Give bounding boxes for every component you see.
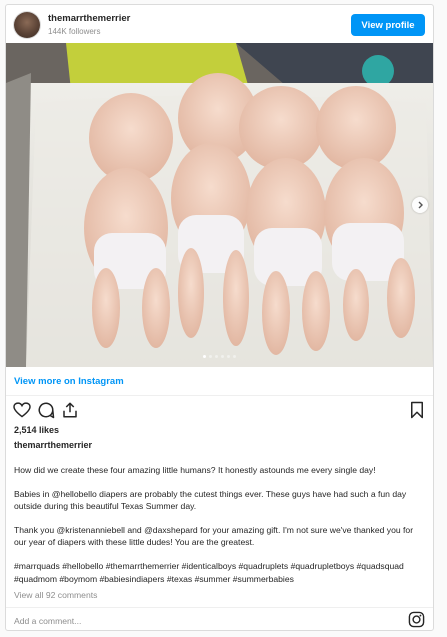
comment-bar [6, 607, 433, 630]
view-more-link[interactable]: View more on Instagram [14, 376, 124, 387]
chevron-right-icon [418, 201, 423, 209]
babies-photo [6, 43, 433, 367]
carousel-dot [203, 355, 206, 358]
view-more-row: View more on Instagram [6, 367, 433, 396]
follower-count: 144K followers [48, 27, 101, 36]
view-all-comments-link[interactable]: View all 92 comments [14, 590, 97, 600]
caption-paragraph: Thank you @kristenanniebell and @daxshep… [14, 524, 414, 548]
carousel-dot [233, 355, 236, 358]
carousel-dot [215, 355, 218, 358]
post-header: themarrthemerrier 144K followers View pr… [6, 5, 433, 43]
caption-paragraph: How did we create these four amazing lit… [14, 465, 376, 475]
caption-paragraph: Babies in @hellobello diapers are probab… [14, 488, 407, 512]
bookmark-icon[interactable] [409, 401, 425, 419]
comment-icon[interactable] [37, 401, 55, 419]
carousel-indicators [6, 355, 433, 358]
carousel-dot [209, 355, 212, 358]
avatar[interactable] [14, 12, 40, 38]
post-caption: How did we create these four amazing lit… [14, 464, 426, 585]
caption-hashtags: #marrquads #hellobello #themarrthemerrie… [14, 560, 404, 584]
post-photo[interactable] [6, 43, 433, 367]
share-icon[interactable] [61, 401, 79, 419]
instagram-embed-card: themarrthemerrier 144K followers View pr… [5, 4, 434, 631]
instagram-logo-icon[interactable] [408, 611, 425, 628]
view-profile-button[interactable]: View profile [351, 14, 425, 36]
carousel-dot [227, 355, 230, 358]
like-count[interactable]: 2,514 likes [14, 425, 59, 435]
carousel-next-button[interactable] [412, 197, 428, 213]
action-bar [6, 396, 433, 424]
caption-username[interactable]: themarrthemerrier [14, 440, 92, 450]
carousel-dot [221, 355, 224, 358]
heart-icon[interactable] [13, 402, 31, 418]
comment-input[interactable] [14, 614, 394, 628]
header-username[interactable]: themarrthemerrier [48, 13, 130, 24]
